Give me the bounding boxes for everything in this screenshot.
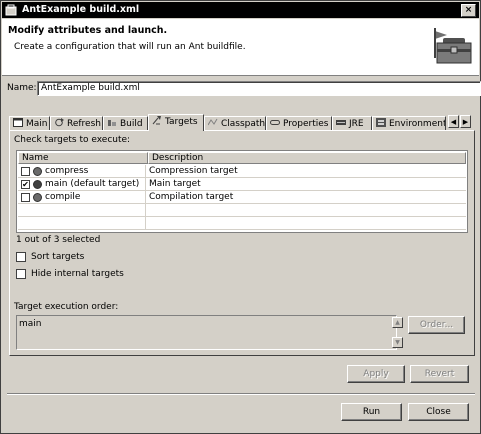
selection-status: 1 out of 3 selected xyxy=(16,235,101,245)
run-button[interactable]: Run xyxy=(341,403,402,421)
column-header-name[interactable]: Name xyxy=(18,152,148,164)
name-cell: compile xyxy=(18,191,146,203)
tab-scroll-right-button[interactable]: ▶ xyxy=(460,115,471,128)
main-tab-icon xyxy=(13,118,23,127)
tab-label: Refresh xyxy=(67,119,101,129)
tab-environment[interactable]: Environment xyxy=(372,116,446,130)
target-description: Compression target xyxy=(149,166,238,176)
sort-targets-checkbox[interactable] xyxy=(16,252,26,262)
target-description: Compilation target xyxy=(149,192,234,202)
ant-toolbox-icon xyxy=(434,28,472,64)
jre-icon xyxy=(336,118,346,127)
tab-strip: Main Refresh Build Targets Classpath Pro… xyxy=(9,114,475,131)
scroll-down-button[interactable]: ▼ xyxy=(392,337,403,348)
tab-label: Properties xyxy=(283,119,329,129)
execution-order-value: main xyxy=(19,319,42,329)
target-checkbox-compress[interactable] xyxy=(21,167,30,176)
empty-cell xyxy=(18,204,146,216)
target-default-icon xyxy=(33,180,42,189)
tab-jre[interactable]: JRE xyxy=(332,116,372,130)
table-row[interactable]: compress Compression target xyxy=(18,165,466,178)
tab-label: Build xyxy=(120,119,143,129)
tab-label: JRE xyxy=(349,119,364,129)
sort-targets-label: Sort targets xyxy=(31,252,85,262)
apply-button[interactable]: Apply xyxy=(347,365,405,383)
tab-classpath[interactable]: Classpath xyxy=(204,116,266,130)
build-icon xyxy=(107,118,117,127)
target-name: compile xyxy=(45,192,81,202)
tab-refresh[interactable]: Refresh xyxy=(50,116,103,130)
tab-properties[interactable]: Properties xyxy=(266,116,332,130)
close-window-button[interactable]: × xyxy=(461,4,476,17)
hide-internal-checkbox[interactable] xyxy=(16,269,26,279)
header-title: Modify attributes and launch. xyxy=(8,25,168,36)
target-description: Main target xyxy=(149,179,201,189)
header-message: Create a configuration that will run an … xyxy=(14,42,246,52)
ant-icon xyxy=(5,4,17,16)
close-button[interactable]: Close xyxy=(408,403,469,421)
tab-targets[interactable]: Targets xyxy=(148,114,204,131)
tab-label: Classpath xyxy=(221,119,266,129)
dialog-header: Modify attributes and launch. Create a c… xyxy=(2,19,479,76)
target-checkbox-main[interactable]: ✔ xyxy=(21,180,30,189)
targets-panel: Check targets to execute: Name Descripti… xyxy=(9,130,475,356)
properties-icon xyxy=(270,118,280,127)
revert-button[interactable]: Revert xyxy=(410,365,469,383)
table-row[interactable]: compile Compilation target xyxy=(18,191,466,204)
refresh-icon xyxy=(54,118,64,127)
window-title: AntExample build.xml xyxy=(22,4,140,15)
name-cell: compress xyxy=(18,165,146,177)
tab-scroll-left-button[interactable]: ◀ xyxy=(448,115,459,128)
targets-icon xyxy=(152,116,162,125)
execution-order-label: Target execution order: xyxy=(14,302,119,312)
target-icon xyxy=(33,193,42,202)
empty-row xyxy=(18,217,466,230)
tab-label: Main xyxy=(26,119,48,129)
target-name: main (default target) xyxy=(45,179,140,189)
targets-heading: Check targets to execute: xyxy=(14,135,131,145)
empty-row xyxy=(18,204,466,217)
target-icon xyxy=(33,167,42,176)
tab-build[interactable]: Build xyxy=(103,116,148,130)
empty-cell xyxy=(18,217,146,229)
tab-label: Environment xyxy=(389,119,446,129)
button-separator xyxy=(7,393,475,395)
environment-icon xyxy=(376,118,386,127)
classpath-icon xyxy=(207,118,218,127)
table-row[interactable]: ✔ main (default target) Main target xyxy=(18,178,466,191)
target-name: compress xyxy=(45,166,89,176)
tab-main[interactable]: Main xyxy=(9,116,50,130)
hide-internal-label: Hide internal targets xyxy=(31,269,124,279)
execution-order-list[interactable]: main xyxy=(16,315,397,350)
column-header-description[interactable]: Description xyxy=(148,152,466,164)
name-label: Name: xyxy=(7,83,37,93)
launch-configuration-dialog: AntExample build.xml × Modify attributes… xyxy=(0,0,481,434)
name-cell: ✔ main (default target) xyxy=(18,178,146,190)
name-row: Name: AntExample build.xml xyxy=(7,81,481,96)
name-field[interactable]: AntExample build.xml xyxy=(37,81,481,96)
order-button[interactable]: Order... xyxy=(408,316,465,334)
target-checkbox-compile[interactable] xyxy=(21,193,30,202)
targets-table: Name Description compress Compression ta… xyxy=(16,150,468,233)
tab-label: Targets xyxy=(165,117,198,127)
title-bar: AntExample build.xml × xyxy=(2,2,479,18)
scroll-up-button[interactable]: ▲ xyxy=(392,317,403,328)
